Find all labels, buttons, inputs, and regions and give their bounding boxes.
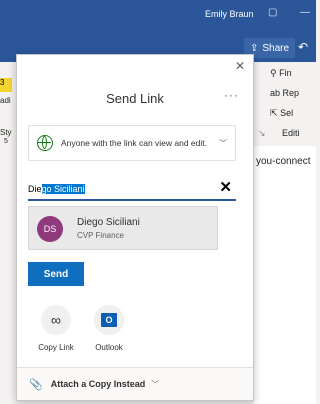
contact-title: CVP Finance	[77, 231, 124, 240]
contact-suggestion[interactable]: DS Diego Siciliani CVP Finance	[28, 206, 218, 250]
link-permission-selector[interactable]: Anyone with the link can view and edit. …	[28, 125, 236, 161]
ruler-mark: 5	[4, 138, 8, 145]
recipient-text: Diego Siciliani	[28, 184, 85, 194]
select-button[interactable]: ⇱ Sel	[270, 108, 293, 119]
document-text: you-connect	[256, 156, 311, 167]
recipient-input[interactable]: Diego Siciliani ✕	[28, 178, 236, 201]
document-page[interactable]	[254, 146, 316, 404]
search-icon: ⚲	[270, 68, 277, 78]
permission-text: Anyone with the link can view and edit.	[61, 138, 208, 148]
outlook-label: Outlook	[95, 343, 123, 352]
copy-link-option[interactable]: ∞ Copy Link	[28, 305, 84, 352]
style-swatch[interactable]: 3	[0, 78, 12, 92]
outlook-icon: O	[101, 313, 117, 327]
send-link-dialog: ✕ Send Link ··· Anyone with the link can…	[16, 54, 254, 401]
copy-link-button[interactable]: ∞	[41, 305, 71, 335]
chevron-down-icon: ﹀	[219, 139, 227, 148]
user-name[interactable]: Emily Braun	[205, 9, 254, 19]
select-icon: ⇱	[270, 108, 278, 118]
outlook-button[interactable]: O	[94, 305, 124, 335]
attach-copy-label: Attach a Copy Instead	[50, 379, 146, 389]
send-button[interactable]: Send	[28, 262, 84, 286]
more-options-icon[interactable]: ···	[224, 88, 239, 102]
copy-link-label: Copy Link	[38, 343, 74, 352]
paperclip-icon: 📎	[29, 378, 43, 391]
share-icon: ⇪	[250, 42, 259, 54]
replace-button[interactable]: ab Rep	[270, 88, 299, 98]
link-icon: ∞	[51, 312, 61, 328]
avatar: DS	[37, 216, 63, 242]
chevron-down-icon: ﹀	[151, 379, 160, 389]
style-label: adi	[0, 96, 11, 105]
left-ribbon-strip	[0, 62, 16, 404]
share-label: Share	[262, 42, 290, 54]
dialog-title: Send Link	[106, 91, 164, 106]
find-button[interactable]: ⚲ Fin	[270, 68, 292, 79]
close-icon[interactable]: ✕	[235, 59, 245, 73]
clear-input-icon[interactable]: ✕	[219, 178, 232, 196]
globe-icon	[37, 135, 53, 151]
ribbon-display-icon[interactable]: ▢	[268, 7, 277, 18]
replace-icon: ab	[270, 88, 281, 98]
styles-group-label: Sty	[0, 128, 12, 137]
styles-expand-icon[interactable]: ↘	[258, 128, 266, 139]
minimize-icon[interactable]: —	[300, 7, 310, 18]
attach-copy-button[interactable]: 📎 Attach a Copy Instead ﹀	[17, 367, 253, 400]
editing-group-label: Editi	[282, 128, 300, 138]
outlook-option[interactable]: O Outlook	[81, 305, 137, 352]
undo-icon[interactable]: ↶	[298, 40, 308, 54]
title-bar: Emily Braun ▢ —	[0, 0, 316, 30]
contact-name: Diego Siciliani	[77, 217, 140, 228]
